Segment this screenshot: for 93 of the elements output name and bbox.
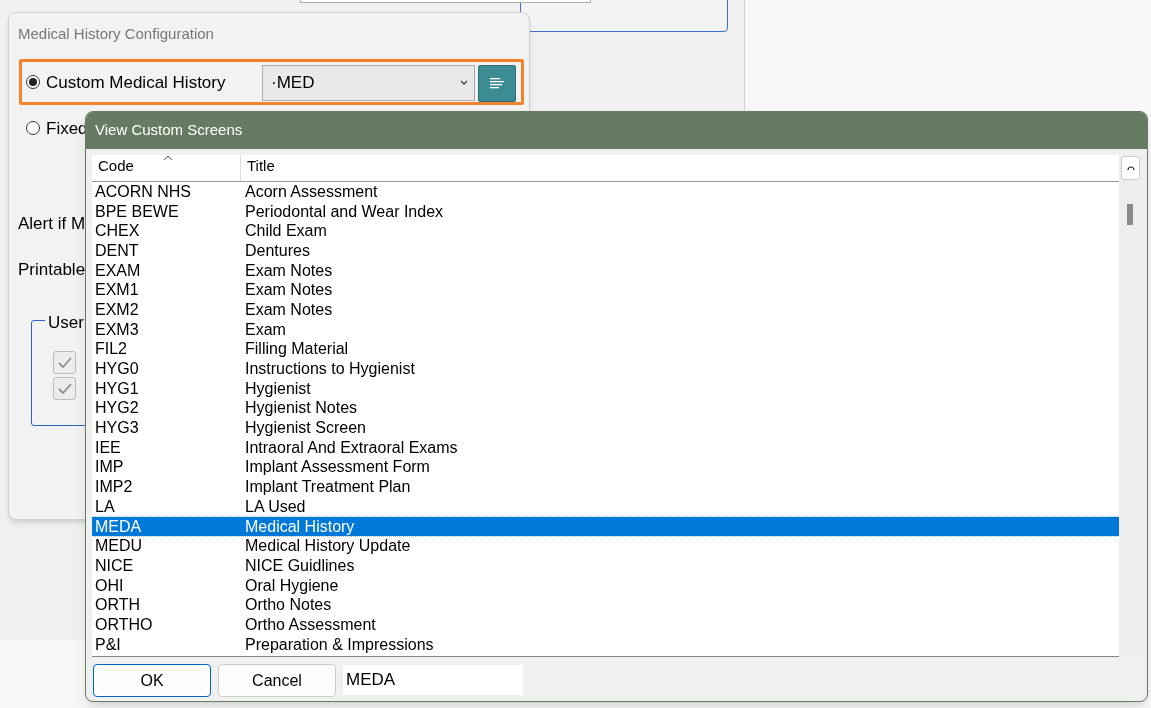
code-text: LA (94, 497, 116, 516)
dialog-title: Medical History Configuration (18, 24, 214, 44)
code-text: OHI (94, 576, 125, 595)
code-text: ORTH (94, 596, 142, 615)
list-row[interactable]: EXM2 Exam Notes (92, 300, 1119, 320)
title-text: Preparation & Impressions (244, 635, 434, 654)
code-text: EXM2 (94, 300, 140, 319)
title-text: Hygienist Screen (244, 419, 366, 438)
code-text: HYG0 (94, 360, 140, 379)
list-row[interactable]: IMP2 Implant Treatment Plan (92, 477, 1119, 497)
list-button[interactable] (478, 65, 516, 102)
list-row[interactable]: OHI Oral Hygiene (92, 575, 1119, 596)
code-text: EXM3 (94, 320, 140, 339)
title-text: Exam Notes (244, 261, 333, 280)
scrollbar-thumb[interactable] (1127, 204, 1133, 225)
code-text: EXAM (94, 261, 142, 280)
title-text: Exam Notes (244, 281, 333, 300)
code-text: HYG2 (94, 399, 140, 418)
title-text: Ortho Assessment (244, 615, 376, 634)
title-text: Medical History Update (244, 537, 411, 556)
text-lines-icon (490, 78, 504, 89)
list-row[interactable]: IEE Intraoral And Extraoral Exams (92, 437, 1119, 458)
list-row[interactable]: MEDU Medical History Update (92, 536, 1119, 557)
checkmark-icon (57, 357, 72, 368)
code-text: BPE BEWE (94, 202, 180, 221)
list-row[interactable]: IMP Implant Assessment Form (92, 457, 1119, 478)
list-row[interactable]: HYG2 Hygienist Notes (92, 398, 1119, 419)
code-field[interactable]: MEDA (343, 665, 523, 695)
title-text: Child Exam (244, 222, 327, 241)
radio-button[interactable] (26, 121, 40, 135)
list-row[interactable]: ORTH Ortho Notes (92, 595, 1119, 616)
list-row[interactable]: EXAM Exam Notes (92, 260, 1119, 281)
checkmark-icon (57, 383, 72, 394)
column-header[interactable]: Title (241, 155, 1119, 181)
list-row[interactable]: LA LA Used (92, 497, 1119, 517)
title-text: Instructions to Hygienist (244, 360, 415, 379)
code-text: HYG3 (94, 419, 140, 438)
title-text: Exam (244, 320, 286, 339)
code-text: NICE (94, 556, 135, 575)
title-text: LA Used (244, 497, 306, 516)
dropdown[interactable]: ·MED (262, 65, 475, 101)
column-header[interactable]: Code (92, 155, 241, 181)
list-row[interactable]: HYG1 Hygienist (92, 378, 1119, 399)
list-row[interactable]: EXM3 Exam (92, 319, 1119, 340)
list-row[interactable]: P&I Preparation & Impressions (92, 634, 1119, 655)
code-text: P&I (94, 635, 122, 654)
list-row[interactable]: HYG3 Hygienist Screen (92, 418, 1119, 438)
code-text: FIL2 (94, 340, 128, 359)
radio-label[interactable]: Custom Medical History (46, 70, 226, 96)
refresh-icon (1126, 164, 1135, 172)
code-text: IMP (94, 458, 125, 477)
title-text: Oral Hygiene (244, 576, 339, 595)
list-row[interactable]: ACORN NHS Acorn Assessment (92, 182, 1119, 202)
code-text: MEDA (94, 517, 143, 536)
refresh-button[interactable] (1121, 156, 1140, 180)
list-row[interactable]: FIL2 Filling Material (92, 339, 1119, 360)
title-text: Intraoral And Extraoral Exams (244, 438, 458, 457)
code-text: EXM1 (94, 281, 140, 300)
code-text: HYG1 (94, 379, 140, 398)
title-text: Hygienist (244, 379, 311, 398)
list-row[interactable]: HYG0 Instructions to Hygienist (92, 359, 1119, 379)
field-label: Alert if M (18, 213, 86, 235)
list-row[interactable]: ORTHO Ortho Assessment (92, 615, 1119, 635)
chevron-down-icon (460, 80, 468, 86)
code-text: MEDU (94, 537, 144, 556)
title-text: Medical History (244, 517, 355, 536)
list-row[interactable]: DENT Dentures (92, 241, 1119, 261)
dialog-button[interactable]: Cancel (218, 664, 336, 697)
code-text: ORTHO (94, 615, 154, 634)
list-row[interactable]: CHEX Child Exam (92, 221, 1119, 242)
code-text: ACORN NHS (94, 182, 192, 201)
list-row[interactable]: EXM1 Exam Notes (92, 280, 1119, 301)
field-label: Printable (18, 259, 86, 281)
code-text: IMP2 (94, 478, 134, 497)
title-text: Ortho Notes (244, 596, 332, 615)
code-text: CHEX (94, 222, 141, 241)
title-text: Filling Material (244, 340, 349, 359)
list-row[interactable]: NICE NICE Guidlines (92, 556, 1119, 576)
title-text: Acorn Assessment (244, 182, 378, 201)
code-text: IEE (94, 438, 122, 457)
title-text: Hygienist Notes (244, 399, 358, 418)
code-text: DENT (94, 241, 140, 260)
title-text: Implant Assessment Form (244, 458, 430, 477)
title-text: NICE Guidlines (244, 556, 355, 575)
title-text: Implant Treatment Plan (244, 478, 411, 497)
title-text: Exam Notes (244, 300, 333, 319)
dialog-title: View Custom Screens (95, 120, 243, 141)
title-text: Periodontal and Wear Index (244, 202, 444, 221)
radio-button[interactable] (26, 75, 40, 89)
dialog-button[interactable]: OK (93, 664, 211, 697)
list-row[interactable]: MEDA Medical History (92, 516, 1119, 537)
title-text: Dentures (244, 241, 310, 260)
list-row[interactable]: BPE BEWE Periodontal and Wear Index (92, 201, 1119, 222)
